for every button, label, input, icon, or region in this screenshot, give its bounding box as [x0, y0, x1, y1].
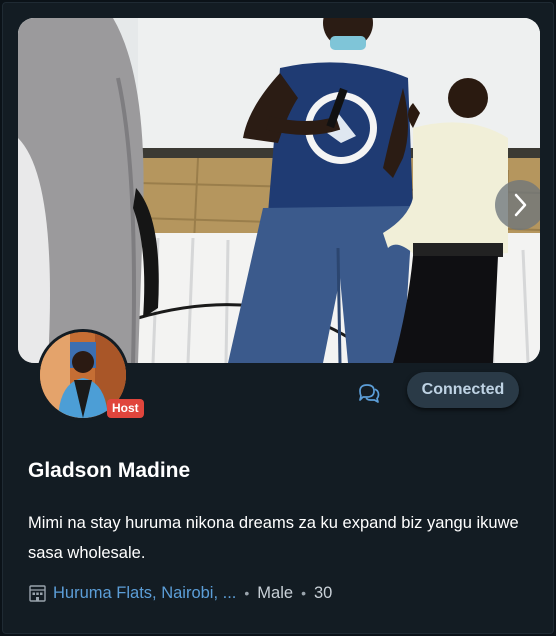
- meta-separator: •: [244, 585, 250, 601]
- connected-button[interactable]: Connected: [407, 372, 519, 408]
- location-link[interactable]: Huruma Flats, Nairobi, ...: [53, 584, 236, 603]
- age-label: 30: [313, 583, 333, 602]
- gender-label: Male: [257, 583, 294, 602]
- profile-bio: Mimi na stay huruma nikona dreams za ku …: [28, 514, 519, 562]
- chevron-right-icon: [514, 193, 527, 217]
- host-badge: Host: [107, 399, 144, 418]
- profile-photo[interactable]: [18, 18, 540, 363]
- building-icon: [29, 584, 46, 602]
- host-avatar-wrap[interactable]: Host: [37, 329, 144, 421]
- chat-bubbles-icon: [359, 384, 380, 403]
- photo-scene: [18, 18, 540, 363]
- meta-separator: •: [301, 585, 306, 601]
- profile-meta: Huruma Flats, Nairobi, ... • Male • 30: [28, 581, 332, 605]
- message-button[interactable]: [355, 379, 383, 407]
- profile-card: Host Connected Gladson Madine Mimi na st…: [2, 2, 554, 634]
- next-photo-button[interactable]: [495, 180, 540, 230]
- profile-name: Gladson Madine: [28, 459, 191, 482]
